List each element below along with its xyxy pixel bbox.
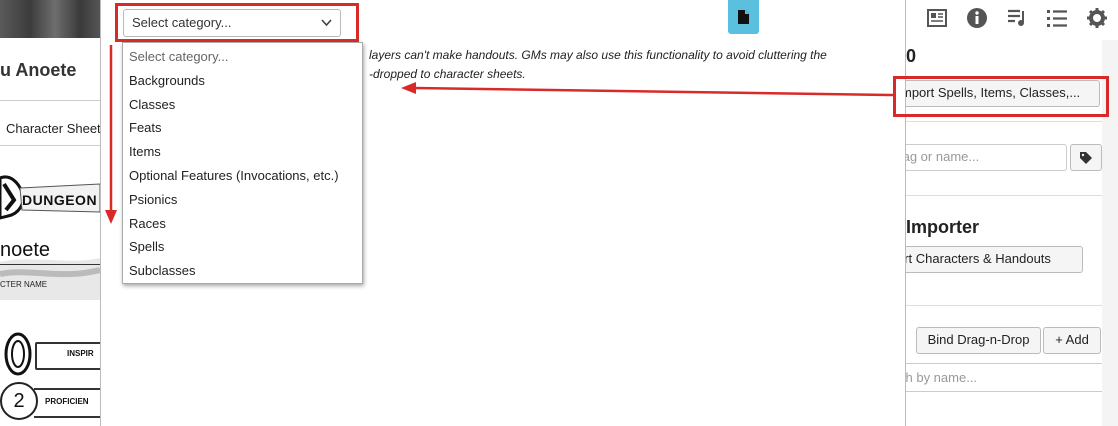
tab-character-sheet[interactable]: Character Sheet — [6, 121, 100, 136]
divider — [906, 305, 1106, 306]
divider — [0, 100, 100, 101]
divider — [0, 264, 100, 265]
chevron-down-icon — [321, 10, 332, 46]
category-option-subclasses[interactable]: Subclasses — [123, 259, 362, 283]
search-by-name-input[interactable]: ch by name... — [906, 363, 1106, 392]
category-option-items[interactable]: Items — [123, 140, 362, 164]
proficiency-label: PROFICIEN — [45, 397, 89, 406]
category-option-optional-features[interactable]: Optional Features (Invocations, etc.) — [123, 164, 362, 188]
description-text: layers can't make handouts. GMs may also… — [369, 48, 827, 62]
category-option-spells[interactable]: Spells — [123, 235, 362, 259]
category-option-races[interactable]: Races — [123, 212, 362, 236]
divider — [906, 195, 1106, 196]
add-button[interactable]: + Add — [1043, 327, 1101, 354]
divider — [0, 145, 100, 146]
counter-value: 0 — [906, 46, 917, 66]
character-name-label: CTER NAME — [0, 280, 48, 289]
dnd-logo-text: DUNGEON — [22, 192, 98, 208]
music-list-icon[interactable] — [1006, 7, 1028, 29]
tag-filter-button[interactable] — [1070, 144, 1102, 171]
file-icon — [738, 10, 749, 24]
import-spells-items-button[interactable]: mport Spells, Items, Classes,... — [906, 80, 1100, 107]
inspiration-label: INSPIR — [67, 349, 94, 358]
list-icon[interactable] — [1046, 7, 1068, 29]
category-option-backgrounds[interactable]: Backgrounds — [123, 69, 362, 93]
info-icon[interactable] — [966, 7, 988, 29]
character-name-value[interactable]: noete — [0, 239, 50, 262]
category-option-psionics[interactable]: Psionics — [123, 188, 362, 212]
tag-search-placeholder: tag or name... — [906, 149, 980, 164]
proficiency-value[interactable]: 2 — [0, 382, 38, 420]
gear-icon[interactable] — [1086, 7, 1108, 29]
tag-search-input[interactable]: tag or name... — [906, 144, 1067, 171]
right-sidebar: 0 mport Spells, Items, Classes,... tag o… — [906, 0, 1118, 426]
chain-ornament-icon — [4, 332, 32, 376]
character-title: u Anoete — [0, 60, 77, 80]
category-select[interactable]: Select category... — [123, 9, 341, 37]
character-sheet-panel: u Anoete Character Sheet DUNGEON noete C… — [0, 0, 100, 426]
category-option[interactable]: Select category... — [123, 45, 362, 69]
divider — [906, 121, 1106, 122]
category-select-value: Select category... — [132, 15, 232, 30]
search-placeholder: ch by name... — [906, 370, 978, 385]
tag-icon — [1080, 151, 1092, 164]
description-text: -dropped to character sheets. — [369, 67, 526, 81]
newspaper-icon[interactable] — [926, 7, 948, 29]
import-characters-label: ort Characters & Handouts — [906, 251, 1051, 266]
category-option-classes[interactable]: Classes — [123, 93, 362, 117]
import-characters-button[interactable]: ort Characters & Handouts — [906, 246, 1083, 273]
bind-drag-n-drop-button[interactable]: Bind Drag-n-Drop — [916, 327, 1041, 354]
import-button-label: mport Spells, Items, Classes,... — [906, 85, 1081, 100]
handout-button[interactable] — [728, 0, 759, 34]
add-button-label: + Add — [1055, 332, 1089, 347]
category-dropdown-list[interactable]: Select category... Backgrounds Classes F… — [122, 42, 363, 284]
character-banner-image — [0, 0, 100, 38]
category-option-feats[interactable]: Feats — [123, 116, 362, 140]
bind-button-label: Bind Drag-n-Drop — [927, 332, 1030, 347]
sidebar-scrollbar[interactable] — [1102, 40, 1118, 426]
importer-heading: Importer — [906, 217, 980, 237]
